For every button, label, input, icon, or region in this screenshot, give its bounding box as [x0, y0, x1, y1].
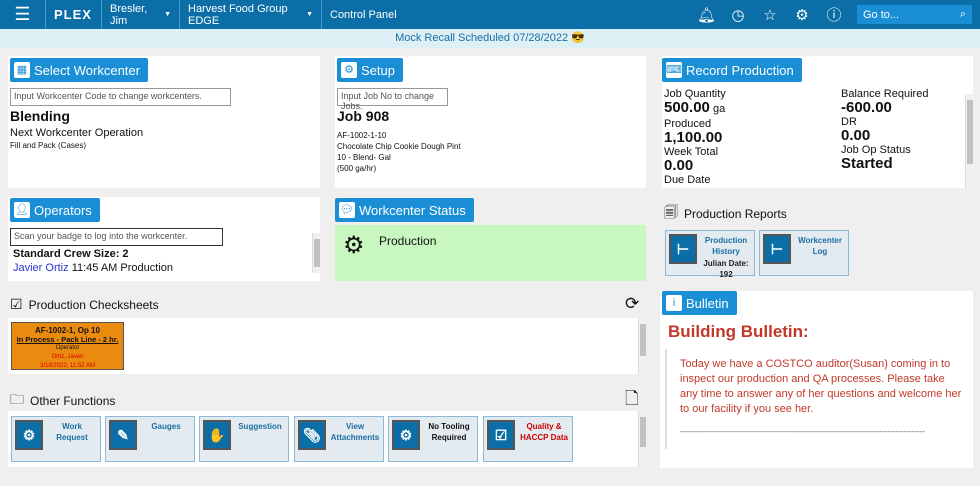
checklist-icon: ☑ [487, 420, 515, 450]
checksheets-panel: AF-1002-1, Op 10 In Process - Pack Line … [8, 318, 646, 374]
bulletin-button[interactable]: iBulletin [662, 291, 737, 315]
info-icon: i [666, 295, 682, 311]
operator-entry: Javier Ortiz 11:45 AM Production [13, 262, 173, 274]
checksheets-header: ☑Production Checksheets [10, 296, 159, 313]
production-right-col: Balance Required -600.00 DR 0.00 Job Op … [841, 88, 928, 170]
caliper-icon: ✎ [109, 420, 137, 450]
page-title[interactable]: Control Panel [322, 0, 405, 29]
setup-panel: ⚙Setup Input Job No to change Jobs. Job … [335, 56, 646, 188]
quote-bar [665, 349, 667, 449]
workcenter-status-panel: 💬︎Workcenter Status ⚙ Production [335, 197, 646, 281]
company-menu[interactable]: Harvest Food Group EDGE▼ [180, 0, 322, 29]
scrollbar[interactable] [638, 411, 646, 467]
record-production-button[interactable]: ⌨Record Production [662, 58, 802, 82]
gauges-tile[interactable]: ✎Gauges [105, 416, 195, 462]
select-workcenter-button[interactable]: ▦Select Workcenter [10, 58, 148, 82]
due-date-label: Due Date [664, 174, 726, 187]
other-functions-header: 🗀Other Functions [10, 389, 115, 413]
next-op-label: Next Workcenter Operation [10, 127, 143, 139]
select-workcenter-panel: ▦Select Workcenter Input Workcenter Code… [8, 56, 320, 188]
suggestion-tile[interactable]: ✋Suggestion [199, 416, 289, 462]
status-icon: 💬︎ [339, 202, 355, 218]
plex-logo[interactable]: PLEX [46, 0, 102, 29]
top-nav: ☰ PLEX Bresler, Jim▼ Harvest Food Group … [0, 0, 980, 29]
signpost-icon: ⊢ [763, 234, 791, 264]
setup-button[interactable]: ⚙Setup [337, 58, 403, 82]
other-functions-panel: ⚙Work Request ✎Gauges ✋Suggestion 📎︎View… [8, 411, 646, 467]
reports-icon: 🗐 [664, 202, 678, 226]
scrollbar[interactable] [965, 94, 973, 188]
operators-panel: 👤︎Operators Scan your badge to log into … [8, 197, 320, 281]
checksheet-card[interactable]: AF-1002-1, Op 10 In Process - Pack Line … [11, 322, 124, 370]
bulletin-body: Today we have a COSTCO auditor(Susan) co… [680, 357, 965, 417]
production-left-col: Job Quantity 500.00 ga Produced 1,100.00… [664, 88, 726, 187]
setup-icon: ⚙ [341, 62, 357, 78]
job-details: AF-1002-1-10Chocolate Chip Cookie Dough … [337, 130, 461, 174]
bulletin-heading: Building Bulletin: [668, 322, 809, 342]
gear-icon[interactable]: ⚙ [793, 6, 811, 24]
workcenter-code-input[interactable]: Input Workcenter Code to change workcent… [10, 88, 231, 106]
job-number: Job 908 [337, 108, 389, 124]
bell-icon[interactable]: 🔔︎ [697, 6, 715, 24]
work-request-tile[interactable]: ⚙Work Request [11, 416, 101, 462]
workcenter-status-button[interactable]: 💬︎Workcenter Status [335, 198, 474, 222]
production-reports-header: 🗐Production Reports [664, 202, 787, 226]
no-tooling-tile[interactable]: ⚙No Tooling Required [388, 416, 478, 462]
status-area: ⚙ Production [335, 225, 646, 281]
clock-icon[interactable]: ◷ [729, 6, 747, 24]
search-icon: ⌕ [960, 8, 966, 21]
workcenter-log-tile[interactable]: ⊢Workcenter Log [759, 230, 849, 276]
job-no-input[interactable]: Input Job No to change Jobs. [337, 88, 448, 106]
person-icon: 👤︎ [14, 202, 30, 218]
hamburger-menu-icon[interactable]: ☰ [0, 0, 46, 29]
quality-haccp-tile[interactable]: ☑Quality & HACCP Data [483, 416, 573, 462]
crew-size: Standard Crew Size: 2 [13, 248, 129, 260]
refresh-icon[interactable]: ⟳ [625, 294, 639, 314]
view-attachments-tile[interactable]: 📎︎View Attachments [294, 416, 384, 462]
bulletin-panel: iBulletin Building Bulletin: Today we ha… [660, 291, 973, 468]
user-menu[interactable]: Bresler, Jim▼ [102, 0, 180, 29]
operators-button[interactable]: 👤︎Operators [10, 198, 100, 222]
scrollbar[interactable] [312, 233, 320, 273]
tooling-icon: ⚙ [392, 420, 420, 450]
document-gear-icon: ⚙ [15, 420, 43, 450]
handshake-icon: ✋ [203, 420, 231, 450]
workcenter-icon: ▦ [14, 62, 30, 78]
signpost-icon: ⊢ [669, 234, 697, 264]
production-history-tile[interactable]: ⊢Production HistoryJulian Date: 192 [665, 230, 755, 276]
next-op-value: Fill and Pack (Cases) [10, 141, 86, 150]
production-reports-panel: 🗐Production Reports ⊢Production HistoryJ… [662, 197, 973, 281]
paperclip-icon: 📎︎ [298, 420, 326, 450]
checkbox-icon: ☑ [10, 296, 23, 313]
goto-search-input[interactable]: Go to...⌕ [857, 5, 972, 24]
bulletin-rule: ----------------------------------------… [680, 427, 965, 436]
conveyor-icon: ⚙ [343, 231, 365, 260]
folder-icon: 🗀 [10, 389, 24, 413]
caret-down-icon: ▼ [164, 11, 171, 18]
help-icon[interactable]: ⓘ [825, 4, 843, 25]
record-icon: ⌨ [666, 62, 682, 78]
record-production-panel: ⌨Record Production Job Quantity 500.00 g… [662, 56, 973, 188]
caret-down-icon: ▼ [306, 11, 313, 18]
announcement-banner[interactable]: Mock Recall Scheduled 07/28/2022 😎 [0, 29, 980, 48]
badge-scan-input[interactable]: Scan your badge to log into the workcent… [10, 228, 223, 246]
star-icon[interactable]: ☆ [761, 6, 779, 24]
status-text: Production [379, 234, 436, 248]
workcenter-name: Blending [10, 108, 70, 124]
operator-link[interactable]: Javier Ortiz [13, 262, 69, 274]
scrollbar[interactable] [638, 318, 646, 374]
